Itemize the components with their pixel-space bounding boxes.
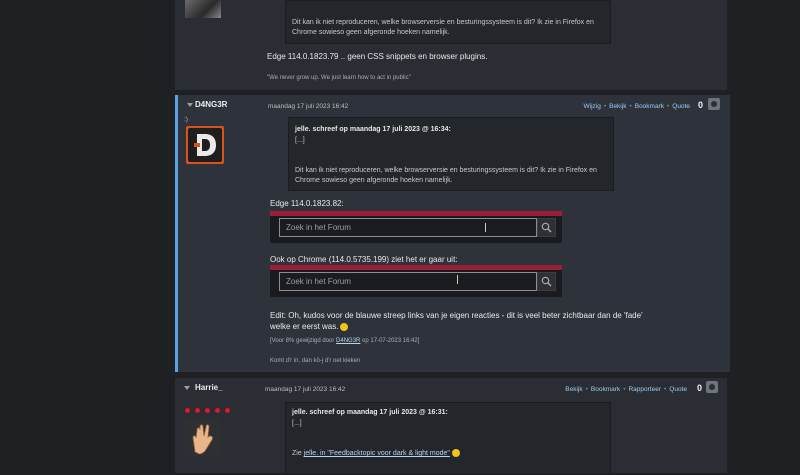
view-link[interactable]: Bekijk — [609, 103, 626, 110]
edit-note-line-2: welke er eerst was. — [270, 322, 349, 331]
search-button — [537, 218, 556, 237]
post-score: 0 — [697, 383, 703, 393]
search-input: Zoek in het Forum — [279, 218, 537, 237]
collapse-caret-icon[interactable] — [184, 386, 190, 390]
score-button-icon[interactable] — [708, 98, 720, 110]
smiley-icon — [340, 322, 349, 331]
post-date: maandag 17 juli 2023 16:42 — [265, 386, 346, 393]
rank-dot-icon — [205, 408, 210, 413]
quote-header: jelle. schreef op maandag 17 juli 2023 @… — [295, 126, 451, 133]
post-body: Edge 114.0.1823.79 .. geen CSS snippets … — [267, 52, 488, 61]
avatar[interactable] — [185, 418, 221, 456]
topic-link[interactable]: jelle. in "Feedbacktopic voor dark & lig… — [304, 450, 450, 457]
post-next: Harrie_ maandag 17 juli 2023 16:42 Bekij… — [175, 378, 727, 475]
rank-dot-icon — [215, 408, 220, 413]
post-own: D4NG3R :) maandag 17 juli 2023 16:42 Wij… — [175, 95, 730, 372]
bookmark-link[interactable]: Bookmark — [635, 103, 664, 110]
search-button — [537, 272, 556, 291]
quote-ellipsis: [...] — [292, 420, 302, 427]
quote-block: jelle. schreef op maandag 17 juli 2023 @… — [285, 402, 611, 475]
quote-link[interactable]: Quote — [672, 103, 690, 110]
post-previous: Dit kan ik niet reproduceren, welke brow… — [175, 0, 727, 90]
edit-note-line: Edit: Oh, kudos voor de blauwe streep li… — [270, 311, 643, 320]
signature: Komt d'r in, dan kö-j d'r oet kieken — [270, 358, 361, 364]
bookmark-link[interactable]: Bookmark — [591, 386, 620, 393]
vulcan-hand-icon — [192, 424, 213, 455]
search-input: Zoek in het Forum — [279, 272, 537, 291]
report-link[interactable]: Rapporteer — [628, 386, 661, 393]
rank-dot-icon — [195, 408, 200, 413]
quote-ellipsis: [...] — [295, 137, 305, 144]
chrome-label: Ook op Chrome (114.0.5735.199) ziet het … — [270, 255, 458, 264]
avatar[interactable] — [185, 0, 221, 18]
user-status: :) — [184, 116, 188, 123]
post-date: maandag 17 juli 2023 16:42 — [268, 103, 349, 110]
quote-block: jelle. schreef op maandag 17 juli 2023 @… — [288, 117, 614, 191]
accent-bar — [270, 265, 562, 270]
quote-header: jelle. schreef op maandag 17 juli 2023 @… — [292, 409, 448, 416]
rank-dot-icon — [185, 408, 190, 413]
search-icon — [541, 222, 552, 233]
edited-note: [Voor 8% gewijzigd door D4NG3R op 17-07-… — [270, 338, 420, 344]
text-cursor-icon — [485, 223, 486, 232]
embedded-screenshot[interactable]: Zoek in het Forum — [270, 211, 562, 243]
quote-body: Zie jelle. in "Feedbacktopic voor dark &… — [292, 448, 460, 459]
accent-bar — [270, 211, 562, 216]
collapse-caret-icon[interactable] — [187, 103, 193, 107]
text-cursor-icon — [457, 275, 458, 284]
username[interactable]: Harrie_ — [195, 383, 223, 392]
quote-block: Dit kan ik niet reproduceren, welke brow… — [285, 0, 611, 44]
rank-dot-icon — [225, 408, 230, 413]
post-actions: Bekijk • Bookmark • Rapporteer • Quote — [565, 386, 687, 393]
embedded-screenshot[interactable]: Zoek in het Forum — [270, 265, 562, 297]
search-icon — [541, 276, 552, 287]
quote-text-line: Chrome sowieso geen afgeronde hoeken nam… — [292, 29, 450, 36]
post-score: 0 — [698, 100, 704, 110]
avatar[interactable] — [186, 126, 224, 164]
signature: "We never grow up. We just learn how to … — [267, 75, 411, 81]
post-actions: Wijzig • Bekijk • Bookmark • Quote — [583, 103, 690, 110]
avatar-logo-icon — [188, 128, 222, 162]
edited-by-user-link[interactable]: D4NG3R — [336, 338, 360, 344]
username[interactable]: D4NG3R — [195, 100, 227, 109]
quote-link[interactable]: Quote — [669, 386, 687, 393]
smiley-icon — [451, 449, 460, 458]
edge-label: Edge 114.0.1823.82: — [270, 199, 344, 208]
edit-link[interactable]: Wijzig — [583, 103, 600, 110]
score-button-icon[interactable] — [706, 381, 718, 393]
quote-text-line: Chrome sowieso geen afgeronde hoeken nam… — [295, 177, 453, 184]
view-link[interactable]: Bekijk — [565, 386, 582, 393]
